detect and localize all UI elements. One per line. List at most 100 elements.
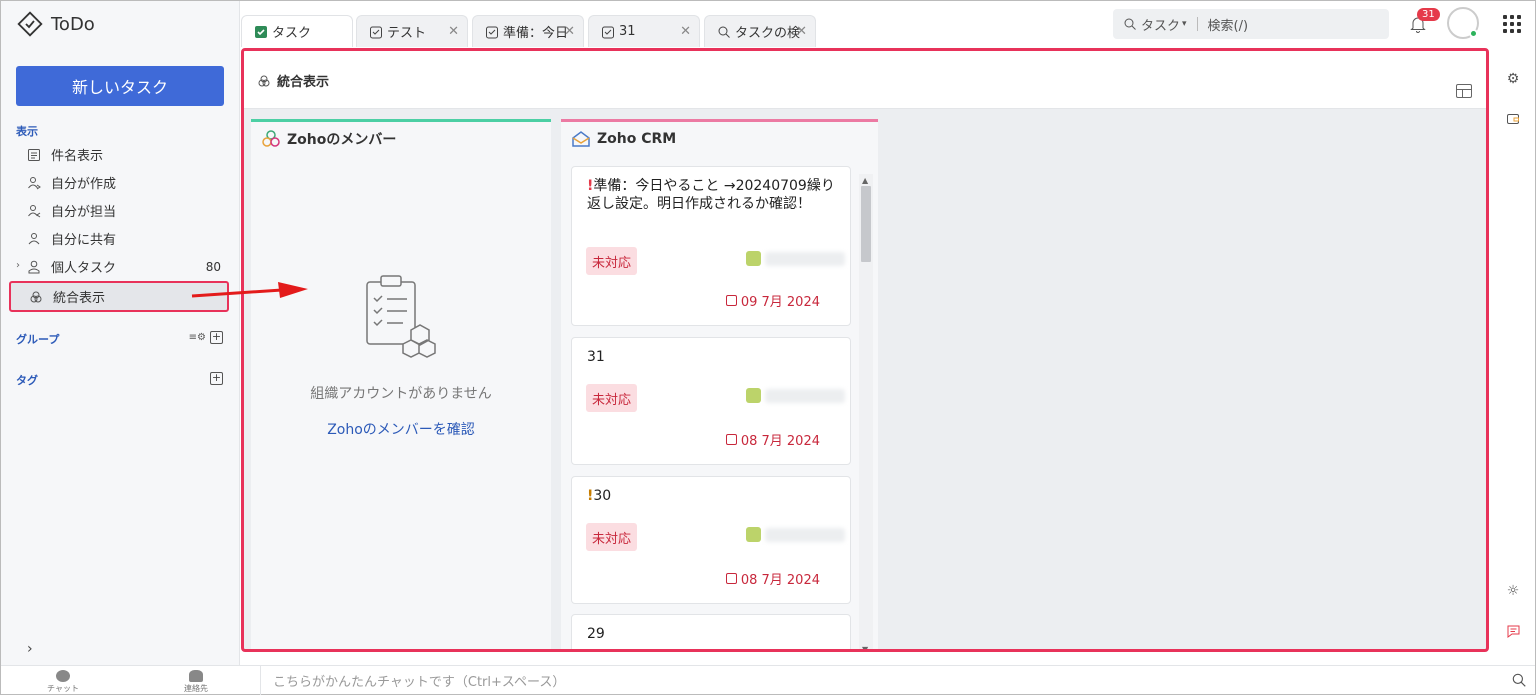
status-badge[interactable]: 未対応 [586,247,638,275]
tab-tasks[interactable]: タスク [241,15,353,47]
task-card[interactable]: !30 未対応 08 7月 2024 [571,476,851,604]
add-tag-icon[interactable]: + [210,372,223,385]
assignee-avatar [746,527,761,542]
column-scrollbar[interactable]: ▲ ▼ [859,174,873,649]
quick-chat-input[interactable]: こちらがかんたんチャットです（Ctrl+スペース） [260,666,1500,695]
close-tab-icon[interactable]: ✕ [680,24,691,39]
user-created-icon [25,174,43,192]
chat-button[interactable]: チャット [43,670,83,694]
feedback-icon[interactable] [1504,622,1522,640]
column-zoho-crm: Zoho CRM !準備：今日やること →20240709繰り返し設定。明日作成… [561,119,878,649]
collapse-sidebar-icon[interactable]: › [27,641,33,657]
column-header: Zoho CRM [561,122,878,156]
due-date-text: 08 7月 2024 [740,434,820,449]
task-title-text: 31 [587,349,605,365]
assignee-name-redacted [765,252,845,266]
layout-toggle-icon[interactable] [1456,84,1472,98]
app-logo[interactable]: ToDo [17,11,95,37]
chevron-down-icon[interactable]: ▾ [1182,19,1187,29]
tab-label: 準備：今日 [503,26,567,41]
search-scope[interactable]: タスク [1141,15,1180,34]
app-launcher-icon[interactable] [1503,15,1521,33]
group-section-label: グループ [16,333,60,346]
search-input[interactable]: 検索(/) [1208,15,1249,34]
column-zoho-members: Zohoのメンバー 組織アカウントがありません Zohoのメンバーを確認 [251,119,551,649]
status-badge[interactable]: 未対応 [586,384,638,412]
contacts-button[interactable]: 連絡先 [176,670,216,694]
assignee-name-redacted [765,389,845,403]
search-divider [1196,17,1198,31]
tab-task-search[interactable]: タスクの検 ✕ [704,15,816,47]
sidebar-item-subject-view[interactable]: 件名表示 [9,141,229,168]
close-tab-icon[interactable]: ✕ [448,24,459,39]
scrollbar-thumb[interactable] [861,186,871,262]
group-tools: ≡⚙ + [189,331,223,344]
due-date[interactable]: 09 7月 2024 [725,291,820,310]
search-bar[interactable]: タスク ▾ 検索(/) [1113,9,1389,39]
close-tab-icon[interactable]: ✕ [564,24,575,39]
empty-state-text: 組織アカウントがありません [310,386,492,402]
scroll-down-icon[interactable]: ▼ [862,645,868,649]
new-task-button[interactable]: 新しいタスク [16,66,224,106]
task-card-title: 29 [587,625,842,643]
sidebar-item-label: 個人タスク [51,261,117,276]
task-title-text: 30 [593,488,612,504]
scroll-up-icon[interactable]: ▲ [862,176,868,185]
column-title: Zohoのメンバー [287,132,397,148]
tab-label: タスクの検 [735,26,801,41]
due-date[interactable]: 08 7月 2024 [725,430,820,449]
close-tab-icon[interactable]: ✕ [796,24,807,39]
due-date[interactable]: 08 7月 2024 [725,569,820,588]
search-icon[interactable] [1511,672,1527,688]
contacts-label: 連絡先 [184,684,208,693]
user-assigned-icon [25,202,43,220]
sidebar-item-label: 自分が作成 [51,177,117,192]
task-title-text: 29 [587,626,605,642]
theme-toggle-icon[interactable]: ☼ [1504,582,1522,600]
unified-icon [258,75,270,86]
sidebar-item-label: 自分が担当 [51,205,117,220]
sidebar-item-created-by-me[interactable]: 自分が作成 [9,169,229,196]
column-title: Zoho CRM [597,131,677,147]
task-card[interactable]: !準備：今日やること →20240709繰り返し設定。明日作成されるか確認！ 未… [571,166,851,326]
calendar-icon [725,295,737,306]
column-header: Zohoのメンバー [251,122,551,156]
person-icon [25,258,43,276]
todo-logo-icon [17,11,43,37]
list-icon [25,146,43,164]
chat-icon [56,670,70,682]
due-date-text: 09 7月 2024 [740,295,820,310]
task-card-title: !30 [587,487,842,505]
task-icon [602,26,614,38]
task-card[interactable]: 31 未対応 08 7月 2024 [571,337,851,465]
zoho-members-icon [262,130,280,147]
main-header: 統合表示 [244,51,1486,109]
task-count: 80 [205,259,221,274]
view-section-label: 表示 [16,125,38,138]
sidebar-item-personal-tasks[interactable]: 個人タスク 80 [9,253,229,280]
gear-icon[interactable]: ⚙ [1504,70,1522,88]
add-group-icon[interactable]: + [210,331,223,344]
tab-31[interactable]: 31 ✕ [588,15,700,47]
search-icon [718,26,730,38]
group-settings-icon[interactable]: ≡⚙ [189,332,206,343]
task-card[interactable]: 29 [571,614,851,649]
status-badge[interactable]: 未対応 [586,523,638,551]
avatar[interactable] [1447,7,1479,39]
sidebar-item-shared-with-me[interactable]: 自分に共有 [9,225,229,252]
annotation-arrow-icon [191,282,308,298]
online-status-icon [1469,29,1478,38]
check-zoho-members-link[interactable]: Zohoのメンバーを確認 [251,419,551,439]
page-title: 統合表示 [257,71,329,90]
sidebar-item-assigned-to-me[interactable]: 自分が担当 [9,197,229,224]
wallet-icon[interactable] [1504,110,1522,128]
due-date-text: 08 7月 2024 [740,573,820,588]
task-icon [486,26,498,38]
bottom-bar: チャット 連絡先 こちらがかんたんチャットです（Ctrl+スペース） [1,665,1535,695]
sidebar-item-label: 自分に共有 [51,233,117,248]
tab-prep[interactable]: 準備：今日 ✕ [472,15,584,47]
task-card-title: 31 [587,348,842,366]
assignee-name-redacted [765,528,845,542]
contacts-icon [189,670,203,682]
tab-test[interactable]: テスト ✕ [356,15,468,47]
